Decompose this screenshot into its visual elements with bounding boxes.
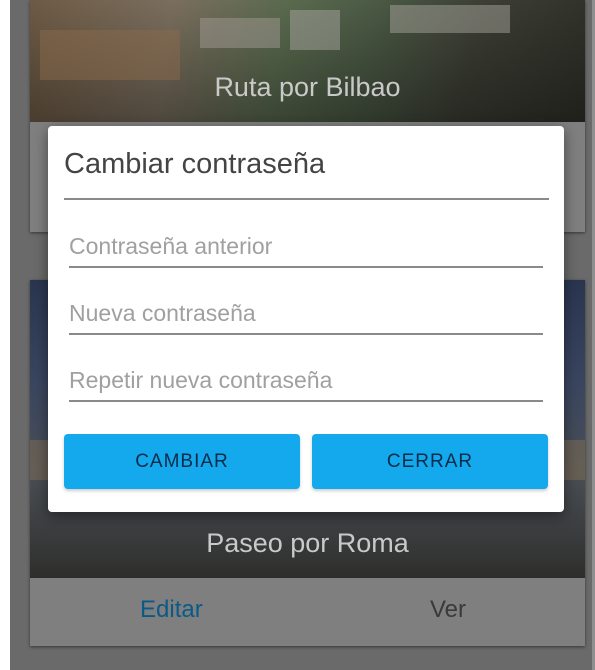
route-title: Paseo por Roma: [206, 528, 409, 558]
route-title: Ruta por Bilbao: [214, 72, 401, 102]
route-photo-bilbao: Ruta por Bilbao: [30, 0, 585, 122]
old-password-input[interactable]: [69, 226, 543, 268]
title-divider: [64, 198, 549, 200]
card-actions: Editar Ver: [30, 578, 585, 646]
new-password-input[interactable]: [69, 293, 543, 335]
view-button[interactable]: Ver: [430, 596, 466, 624]
close-button[interactable]: CERRAR: [312, 434, 548, 489]
change-button[interactable]: CAMBIAR: [64, 434, 300, 489]
change-password-dialog: Cambiar contraseña CAMBIAR CERRAR: [48, 126, 564, 512]
repeat-password-input[interactable]: [69, 360, 543, 402]
dialog-title: Cambiar contraseña: [64, 148, 326, 180]
edit-button[interactable]: Editar: [140, 596, 203, 624]
